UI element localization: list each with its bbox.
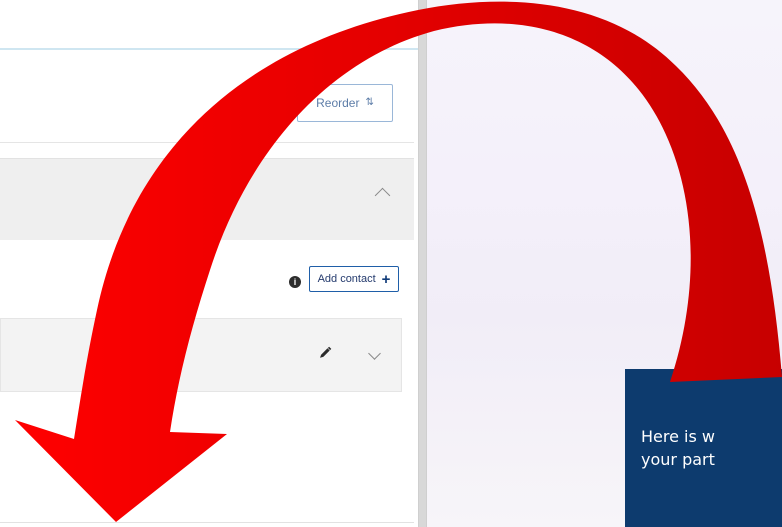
section-header[interactable] — [0, 158, 414, 242]
plus-icon: + — [381, 270, 391, 288]
sort-arrows-icon: ⇅ — [365, 97, 374, 108]
app-screenshot-panel: Reorder ⇅ i Add contact + — [0, 0, 418, 527]
add-contact-label: Add contact — [317, 273, 376, 285]
callout-box: Here is w your part — [625, 369, 782, 527]
reorder-button[interactable]: Reorder ⇅ — [297, 84, 393, 122]
chevron-up-icon[interactable] — [374, 187, 391, 204]
vertical-scrollbar[interactable] — [418, 0, 427, 527]
info-icon[interactable]: i — [289, 276, 301, 288]
reorder-label: Reorder — [316, 96, 360, 110]
top-bar — [0, 0, 418, 50]
contact-card-row[interactable] — [0, 318, 402, 392]
callout-text: Here is w your part — [641, 427, 715, 469]
add-contact-button[interactable]: Add contact + — [309, 266, 399, 292]
bottom-divider — [0, 522, 414, 523]
pencil-icon[interactable] — [318, 346, 332, 360]
